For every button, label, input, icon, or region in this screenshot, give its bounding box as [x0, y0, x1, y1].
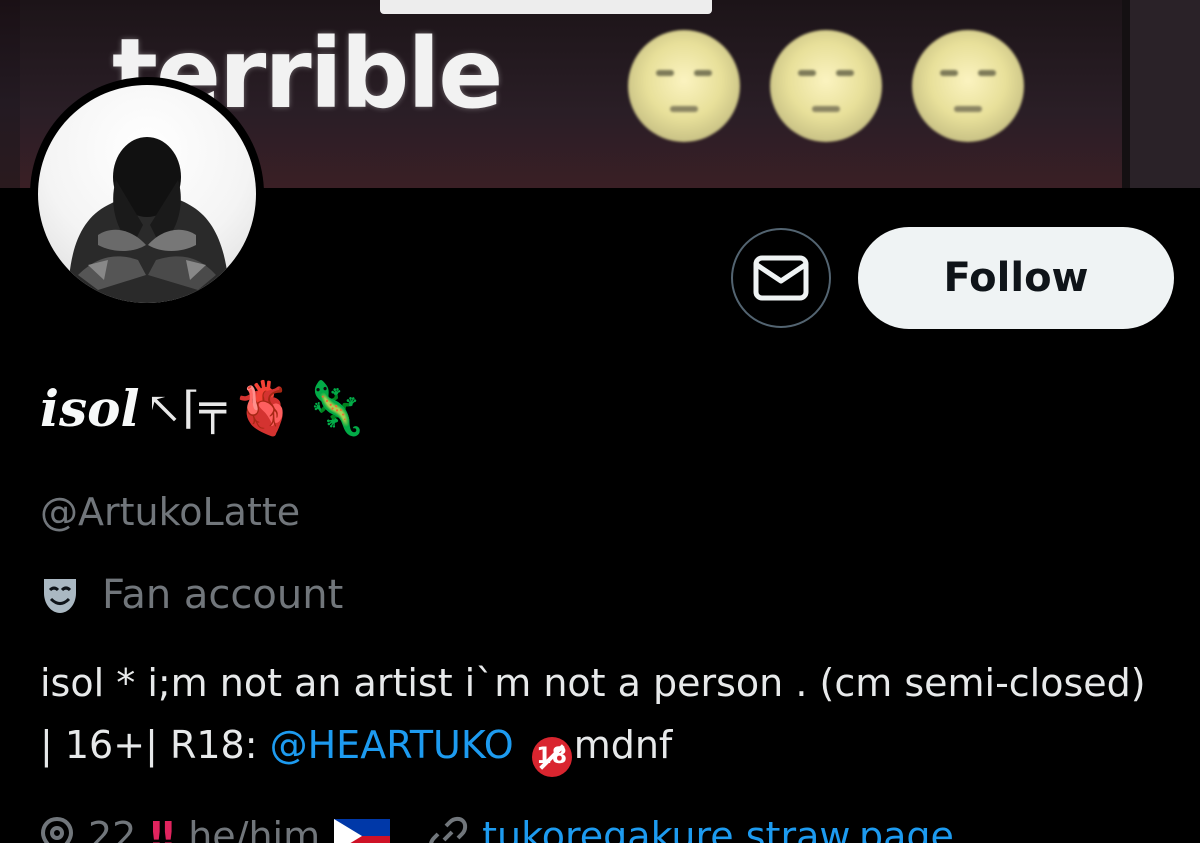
- avatar-image: [38, 85, 256, 303]
- avatar[interactable]: [30, 77, 264, 311]
- anatomical-heart-icon: 🫀: [232, 378, 297, 439]
- display-name-text: isol: [40, 378, 140, 438]
- follow-button[interactable]: Follow: [858, 227, 1174, 329]
- category-label: Fan account: [102, 572, 344, 618]
- grimace-face-icon: [770, 30, 882, 142]
- no-under-18-icon: 18: [531, 737, 572, 777]
- profile-meta: 22 ‼ he/him tukoregakure straw.page: [40, 806, 954, 843]
- message-button[interactable]: [731, 228, 831, 328]
- grimace-face-icon: [628, 30, 740, 142]
- theater-mask-icon: [44, 579, 76, 613]
- display-name-decoration: ↖⌈╤: [145, 382, 227, 434]
- lizard-icon: 🦎: [302, 378, 368, 439]
- username-handle: @ArtukoLatte: [40, 490, 301, 534]
- link-icon: [429, 816, 468, 843]
- philippines-flag-icon: [334, 819, 391, 843]
- bio-mention-link[interactable]: @HEARTUKO: [270, 723, 514, 767]
- display-name: isol ↖⌈╤ 🫀 🦎: [40, 368, 368, 448]
- banner-edge: [1130, 0, 1200, 188]
- banner-caption-box: [380, 0, 712, 14]
- bio-suffix: mdnf: [573, 723, 673, 767]
- professional-category: Fan account: [40, 572, 343, 618]
- location-pin-icon: [40, 817, 74, 843]
- grimace-face-icon: [912, 30, 1024, 142]
- pronouns-text: he/him: [188, 814, 321, 843]
- website-link[interactable]: tukoregakure straw.page: [482, 814, 954, 843]
- profile-page: terrible Follow isol ↖⌈╤ 🫀 🦎 @ArtukoLatt…: [0, 0, 1200, 843]
- banner-divider: [1122, 0, 1130, 188]
- envelope-icon: [753, 255, 809, 301]
- profile-bio: isol * i;m not an artist i`m not a perso…: [40, 652, 1160, 777]
- location-text: 22: [88, 814, 137, 843]
- double-exclamation-icon: ‼: [150, 814, 175, 843]
